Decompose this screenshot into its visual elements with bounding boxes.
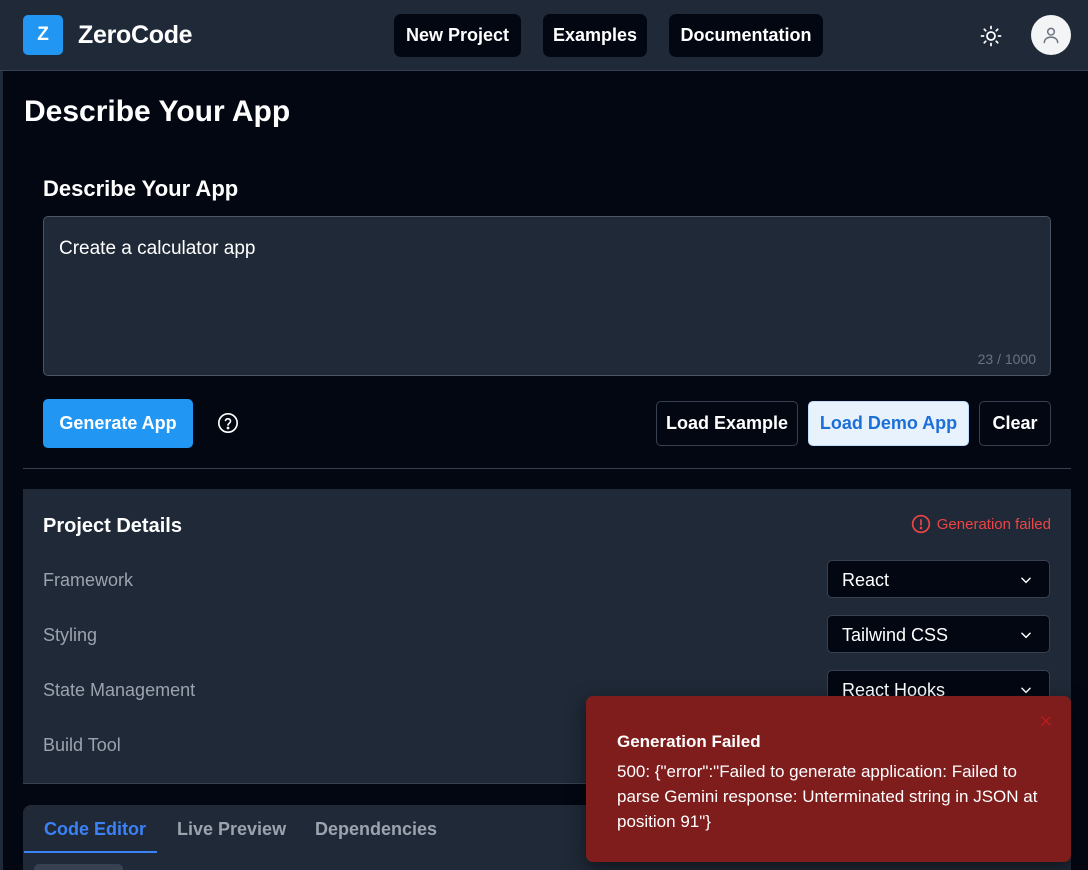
styling-select[interactable]: Tailwind CSS (827, 615, 1050, 653)
toast-message: 500: {"error":"Failed to generate applic… (617, 762, 1038, 831)
generation-status-text: Generation failed (936, 515, 1051, 533)
chevron-down-icon (1021, 687, 1031, 694)
user-icon (1043, 27, 1059, 44)
section-divider (23, 468, 1071, 469)
app-logo[interactable]: Z (23, 15, 63, 55)
error-toast: Generation Failed 500: {"error":"Failed … (586, 696, 1071, 862)
styling-label: Styling (43, 625, 98, 645)
build-tool-label: Build Tool (43, 735, 121, 755)
framework-value: React (842, 570, 890, 590)
generation-status: Generation failed (911, 514, 1051, 534)
prompt-section-title: Describe Your App (43, 176, 239, 201)
question-circle-icon[interactable] (217, 412, 239, 434)
sun-icon[interactable] (979, 24, 1003, 48)
char-counter: 23 / 1000 (977, 351, 1036, 367)
framework-label: Framework (43, 570, 134, 590)
nav-examples-button[interactable]: Examples (543, 14, 647, 57)
nav-new-project-button[interactable]: New Project (394, 14, 521, 57)
app-name[interactable]: ZeroCode (78, 21, 193, 50)
framework-select[interactable]: React (827, 560, 1050, 598)
left-edge (0, 0, 3, 870)
chevron-down-icon (1021, 632, 1031, 639)
active-tab-indicator (24, 851, 157, 853)
app-description-textarea[interactable]: Create a calculator app 23 / 1000 (43, 216, 1051, 376)
app-description-value: Create a calculator app (59, 238, 256, 259)
alert-circle-icon (911, 514, 930, 534)
tab-dependencies[interactable]: Dependencies (315, 819, 437, 840)
tab-code-editor[interactable]: Code Editor (44, 819, 146, 840)
tab-live-preview[interactable]: Live Preview (177, 819, 286, 840)
project-details-title: Project Details (43, 515, 182, 537)
close-icon[interactable] (1039, 714, 1053, 728)
chevron-down-icon (1021, 577, 1031, 584)
clear-button[interactable]: Clear (979, 401, 1051, 446)
user-avatar-button[interactable] (1031, 15, 1071, 55)
file-tab-stub[interactable] (34, 864, 123, 870)
page-title: Describe Your App (24, 95, 291, 128)
styling-value: Tailwind CSS (842, 625, 949, 645)
toast-title: Generation Failed (617, 732, 761, 751)
generate-app-button[interactable]: Generate App (43, 399, 193, 448)
state-management-label: State Management (43, 680, 196, 700)
load-demo-app-button[interactable]: Load Demo App (808, 401, 969, 446)
nav-documentation-button[interactable]: Documentation (669, 14, 823, 57)
top-navbar: Z ZeroCode New Project Examples Document… (0, 0, 1088, 71)
load-example-button[interactable]: Load Example (656, 401, 798, 446)
